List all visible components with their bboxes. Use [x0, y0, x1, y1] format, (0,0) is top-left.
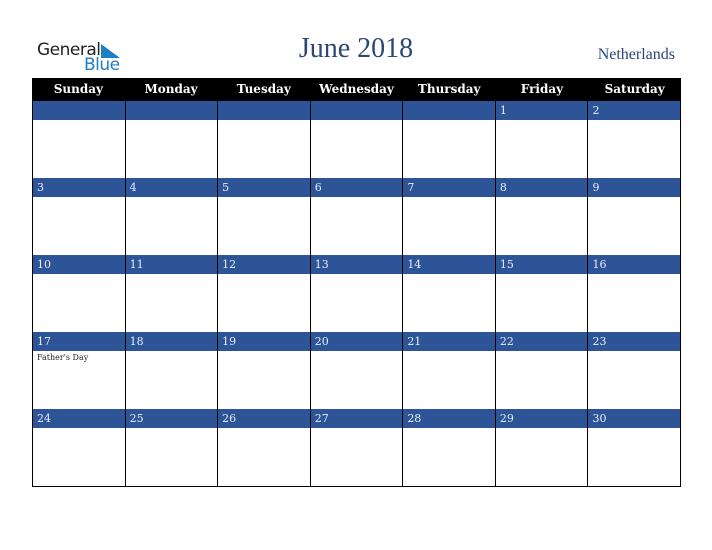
day-number: 21 [403, 332, 495, 351]
day-number: 15 [495, 255, 588, 274]
holiday-label: Father's Day [37, 353, 89, 362]
day-number [125, 101, 218, 120]
week-row: 17 Father's Day 18 19 20 21 22 23 [32, 332, 682, 409]
day-cell[interactable]: 1 [494, 101, 588, 178]
day-number: 8 [495, 178, 588, 197]
day-cell[interactable]: 14 [402, 255, 495, 332]
day-number: 26 [218, 409, 310, 428]
day-number: 3 [33, 178, 125, 197]
day-number [403, 101, 495, 120]
day-number: 11 [125, 255, 218, 274]
day-cell[interactable]: 22 [494, 332, 588, 409]
day-cell[interactable]: 13 [309, 255, 403, 332]
day-number: 2 [588, 101, 681, 120]
day-cell[interactable] [124, 101, 218, 178]
day-cell[interactable]: 5 [217, 178, 310, 255]
day-cell[interactable]: 25 [124, 409, 218, 487]
weekday-header: Sunday Monday Tuesday Wednesday Thursday Frid… [32, 78, 681, 101]
weekday-monday: Monday [144, 82, 198, 96]
day-number: 28 [403, 409, 495, 428]
day-number: 13 [310, 255, 403, 274]
day-number [218, 101, 310, 120]
day-cell[interactable]: 16 [587, 255, 682, 332]
day-cell[interactable]: 20 [309, 332, 403, 409]
day-cell[interactable]: 27 [309, 409, 403, 487]
day-cell[interactable] [217, 101, 310, 178]
weekday-sunday: Sunday [53, 82, 103, 96]
weekday-thursday: Thursday [417, 82, 481, 96]
day-number: 14 [403, 255, 495, 274]
day-number: 16 [588, 255, 681, 274]
day-cell[interactable]: 9 [587, 178, 682, 255]
weekday-tuesday: Tuesday [236, 82, 291, 96]
day-number: 24 [33, 409, 125, 428]
day-cell[interactable]: 12 [217, 255, 310, 332]
week-row: 10 11 12 13 14 15 16 [32, 255, 682, 332]
week-row: 3456789 [32, 178, 682, 255]
weekday-saturday: Saturday [604, 82, 665, 96]
day-number: 1 [495, 101, 588, 120]
day-number [310, 101, 403, 120]
day-cell[interactable]: 18 [124, 332, 218, 409]
day-cell[interactable]: 8 [494, 178, 588, 255]
day-number: 6 [310, 178, 403, 197]
country-label: Netherlands [597, 46, 675, 63]
day-cell[interactable]: 15 [494, 255, 588, 332]
day-cell[interactable] [32, 101, 125, 178]
day-number: 29 [495, 409, 588, 428]
day-cell[interactable]: 6 [309, 178, 403, 255]
day-number: 19 [218, 332, 310, 351]
day-number: 22 [495, 332, 588, 351]
day-number: 27 [310, 409, 403, 428]
day-cell[interactable] [402, 101, 495, 178]
day-cell[interactable]: 19 [217, 332, 310, 409]
day-cell[interactable]: 11 [124, 255, 218, 332]
day-cell[interactable]: 2 [587, 101, 682, 178]
day-cell[interactable]: 29 [494, 409, 588, 487]
day-number: 5 [218, 178, 310, 197]
day-cell[interactable]: 28 [402, 409, 495, 487]
day-number: 9 [588, 178, 681, 197]
day-cell[interactable]: 17 Father's Day [32, 332, 125, 409]
day-cell[interactable]: 24 [32, 409, 125, 487]
day-cell[interactable]: 26 [217, 409, 310, 487]
day-cell[interactable]: 30 [587, 409, 682, 487]
day-number: 30 [588, 409, 681, 428]
day-cell[interactable] [309, 101, 403, 178]
day-number: 12 [218, 255, 310, 274]
day-cell[interactable]: 7 [402, 178, 495, 255]
day-number: 25 [125, 409, 218, 428]
day-number [33, 101, 125, 120]
weekday-wednesday: Wednesday [319, 82, 394, 96]
day-number: 10 [33, 255, 125, 274]
day-cell[interactable]: 21 [402, 332, 495, 409]
day-number: 4 [125, 178, 218, 197]
weekday-friday: Friday [520, 82, 564, 96]
weeks-container: 1 2 3 4 5 6 7 8 9 10 11 12 13 14 15 16 17 Father's Day 18 1… [32, 101, 682, 487]
day-cell[interactable]: 10 [32, 255, 125, 332]
day-cell[interactable]: 4 [124, 178, 218, 255]
week-row: 12 [32, 101, 682, 178]
calendar-grid: Sunday Monday Tuesday Wednesday Thursday Frid… [32, 78, 682, 487]
day-number: 20 [310, 332, 403, 351]
day-number: 23 [588, 332, 681, 351]
week-row: 24 25 26 27 28 29 30 [32, 409, 682, 487]
day-number: 18 [125, 332, 218, 351]
day-number: 7 [403, 178, 495, 197]
day-cell[interactable]: 3 [32, 178, 125, 255]
day-number: 17 [33, 332, 125, 351]
day-cell[interactable]: 23 [587, 332, 682, 409]
